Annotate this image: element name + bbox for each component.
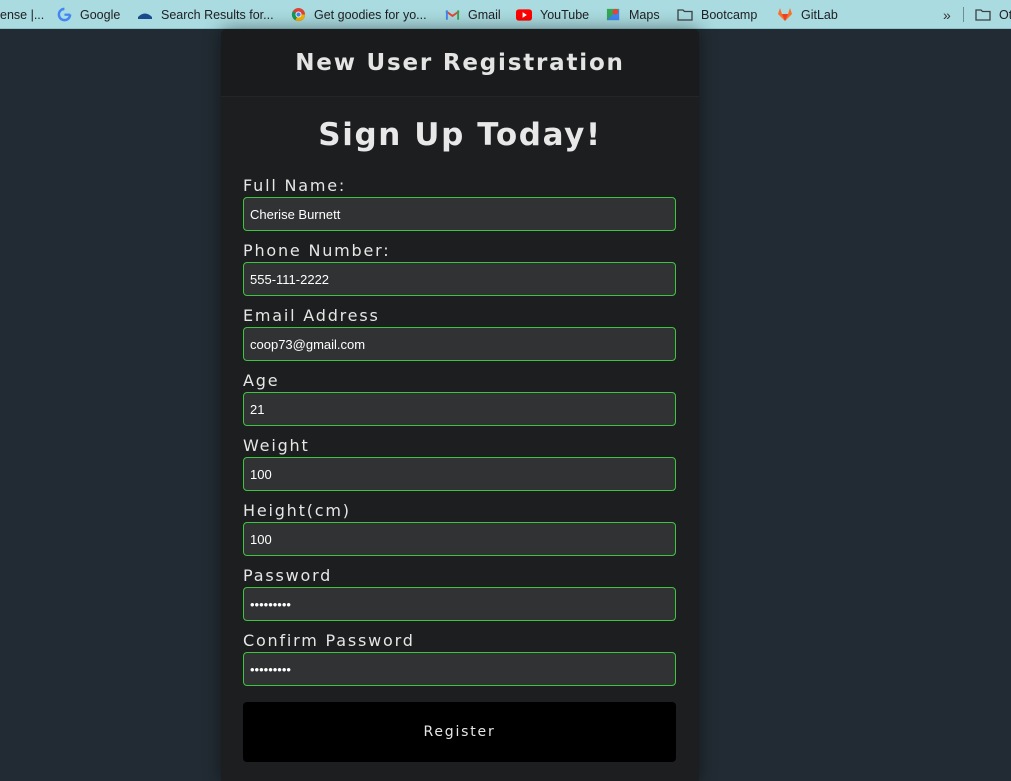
folder-icon — [677, 7, 693, 23]
bookmark-bootcamp[interactable]: Bootcamp — [677, 0, 758, 28]
bookmark-label: YouTube — [540, 7, 590, 22]
bookmark-gitlab[interactable]: GitLab — [777, 0, 838, 28]
phone-number-field: Phone Number: — [243, 241, 676, 296]
chevron-double-right-icon: » — [943, 6, 951, 23]
full-name-input[interactable] — [243, 197, 676, 231]
bookmark-youtube[interactable]: YouTube — [516, 0, 590, 28]
full-name-label: Full Name: — [243, 176, 347, 195]
email-label: Email Address — [243, 306, 380, 325]
password-label: Password — [243, 566, 333, 585]
bookmarks-overflow-button[interactable]: » — [943, 0, 951, 28]
bookmark-label: Maps — [629, 7, 660, 22]
bookmark-label: Google — [80, 7, 121, 22]
register-button[interactable]: Register — [243, 702, 676, 762]
age-field: Age — [243, 371, 676, 426]
bookmark-google[interactable]: Google — [56, 0, 121, 28]
phone-number-label: Phone Number: — [243, 241, 391, 260]
password-field: Password — [243, 566, 676, 621]
bookmark-truncated[interactable]: ense |... — [0, 0, 45, 28]
password-input[interactable] — [243, 587, 676, 621]
bookmark-other[interactable]: Ot — [975, 0, 1011, 28]
height-field: Height(cm) — [243, 501, 676, 556]
bookmark-label: GitLab — [801, 7, 838, 22]
site-icon — [137, 7, 153, 23]
bookmark-label: Ot — [999, 7, 1011, 22]
youtube-icon — [516, 7, 532, 23]
card-title: New User Registration — [295, 49, 625, 76]
maps-icon — [605, 7, 621, 23]
confirm-password-label: Confirm Password — [243, 631, 415, 650]
page-heading: Sign Up Today! — [318, 117, 602, 153]
email-input[interactable] — [243, 327, 676, 361]
chrome-icon — [290, 7, 306, 23]
bookmark-get-goodies[interactable]: Get goodies for yo... — [290, 0, 427, 28]
bookmarks-divider — [963, 7, 964, 22]
bookmark-label: Gmail — [468, 7, 501, 22]
weight-field: Weight — [243, 436, 676, 491]
weight-label: Weight — [243, 436, 310, 455]
age-label: Age — [243, 371, 280, 390]
full-name-field: Full Name: — [243, 176, 676, 231]
bookmark-label: Get goodies for yo... — [314, 7, 427, 22]
bookmark-search-results[interactable]: Search Results for... — [137, 0, 274, 28]
bookmark-label: ense |... — [0, 7, 45, 22]
confirm-password-field: Confirm Password — [243, 631, 676, 686]
weight-input[interactable] — [243, 457, 676, 491]
card-header: New User Registration — [221, 29, 699, 97]
confirm-password-input[interactable] — [243, 652, 676, 686]
bookmark-maps[interactable]: Maps — [605, 0, 660, 28]
bookmark-label: Search Results for... — [161, 7, 274, 22]
google-icon — [56, 7, 72, 23]
height-input[interactable] — [243, 522, 676, 556]
gmail-icon — [444, 7, 460, 23]
bookmark-gmail[interactable]: Gmail — [444, 0, 501, 28]
age-input[interactable] — [243, 392, 676, 426]
bookmark-label: Bootcamp — [701, 7, 758, 22]
phone-number-input[interactable] — [243, 262, 676, 296]
gitlab-icon — [777, 7, 793, 23]
registration-card: New User Registration Sign Up Today! Ful… — [221, 29, 699, 781]
height-label: Height(cm) — [243, 501, 351, 520]
bookmarks-bar: ense |... Google Search Results for... G… — [0, 0, 1011, 29]
folder-icon — [975, 7, 991, 23]
email-field: Email Address — [243, 306, 676, 361]
